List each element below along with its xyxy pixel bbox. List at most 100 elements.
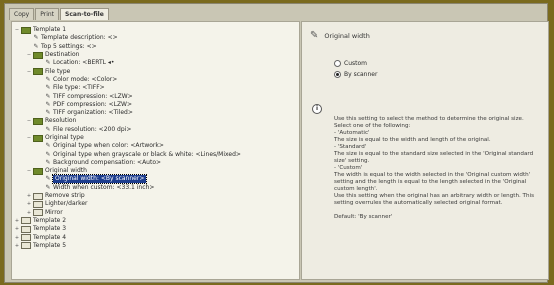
collapse-icon[interactable]: − (26, 118, 32, 124)
pencil-icon: ✎ (45, 158, 51, 166)
tree-setting-item[interactable]: ✎ Top 5 settings: <> (14, 43, 241, 51)
tree-setting-item[interactable]: ✎ Original type when color: <Artwork> (14, 142, 241, 150)
detail-title: Original width (324, 31, 370, 40)
pencil-icon: ✎ (45, 92, 51, 100)
expand-icon[interactable]: + (26, 201, 32, 207)
help-line: Use this setting to select the method to… (334, 116, 524, 122)
expand-icon[interactable]: + (14, 243, 20, 249)
help-line: The width is equal to the width selected… (334, 172, 531, 178)
tab-copy[interactable]: Copy (9, 8, 35, 20)
pencil-icon: ✎ (45, 59, 51, 67)
pencil-icon: ✎ (45, 125, 51, 133)
expand-icon[interactable]: + (26, 193, 32, 199)
tree-item-label: Template 2 (33, 216, 67, 224)
tree-folder-item[interactable]: − Original type (14, 134, 241, 142)
tree-setting-item[interactable]: ✎ TIFF compression: <LZW> (14, 92, 241, 100)
tree-setting-item[interactable]: ✎ Original width: <By scanner> (14, 174, 241, 185)
tree-setting-item[interactable]: ✎ Template description: <> (14, 34, 241, 42)
pencil-icon: ✎ (33, 42, 39, 50)
tree-setting-item[interactable]: ✎ TIFF organization: <Tiled> (14, 109, 241, 117)
tree-folder-item[interactable]: + Template 5 (14, 242, 241, 250)
tree-item-label: File type: <TIFF> (53, 84, 105, 92)
tab-bar: Copy Print Scan-to-file (9, 8, 110, 20)
help-line: custom length'. (334, 186, 378, 192)
tree-folder-item[interactable]: + Mirror (14, 209, 241, 217)
tree-folder-item[interactable]: + Template 4 (14, 233, 241, 242)
folder-icon (33, 51, 43, 59)
expand-icon[interactable]: + (14, 226, 20, 232)
tree-item-label: TIFF organization: <Tiled> (53, 109, 133, 117)
collapse-icon[interactable]: − (26, 168, 32, 174)
help-line: Default: 'By scanner' (334, 214, 393, 220)
tree-setting-item[interactable]: ✎ Width when custom: <33.1 inch> (14, 184, 241, 192)
folder-icon (33, 209, 43, 217)
tree-setting-item[interactable]: ✎ Location: <BERTL ◂• (14, 59, 241, 67)
option-by-scanner[interactable]: By scanner (334, 71, 377, 78)
tree-setting-item[interactable]: ✎ Color mode: <Color> (14, 76, 241, 84)
collapse-icon[interactable]: − (26, 135, 32, 141)
tree-item-label: Background compensation: <Auto> (53, 158, 162, 166)
tree-setting-item[interactable]: ✎ File type: <TIFF> (14, 84, 241, 92)
tab-print[interactable]: Print (35, 8, 60, 20)
pencil-icon: ✎ (45, 84, 51, 92)
expand-icon[interactable]: + (14, 218, 20, 224)
folder-icon (33, 68, 43, 76)
tree-item-label: Template 4 (33, 233, 67, 241)
tree-item-label: Mirror (45, 208, 63, 216)
radio-by-scanner[interactable] (334, 71, 341, 78)
tree-item-label: PDF compression: <LZW> (53, 100, 133, 108)
tree-item-label: Original type (45, 134, 84, 141)
pencil-icon: ✎ (45, 150, 51, 158)
pencil-icon: ✎ (45, 109, 51, 117)
tree-folder-item[interactable]: − Destination (14, 51, 241, 59)
tree-folder-item[interactable]: − Template 1 (14, 26, 241, 34)
tree-folder-item[interactable]: − File type (14, 67, 241, 76)
app-window: Copy Print Scan-to-file − Template 1 ✎ Temp… (4, 3, 549, 283)
collapse-icon[interactable]: − (14, 27, 20, 33)
tree-item-label: File type (45, 67, 71, 75)
folder-icon (21, 217, 31, 225)
expand-icon[interactable]: + (14, 235, 20, 241)
tree-folder-item[interactable]: − Resolution (14, 117, 241, 125)
tree-setting-item[interactable]: ✎ PDF compression: <LZW> (14, 101, 241, 109)
detail-header: ✎ Original width (310, 30, 370, 41)
tree-item-label: Top 5 settings: <> (41, 42, 97, 50)
collapse-icon[interactable]: − (26, 69, 32, 75)
pencil-icon: ✎ (45, 75, 51, 83)
tree-item-label: Color mode: <Color> (53, 75, 118, 83)
tree-setting-item[interactable]: ✎ Background compensation: <Auto> (14, 159, 241, 167)
folder-icon (21, 225, 31, 233)
tree-setting-item[interactable]: ✎ File resolution: <200 dpi> (14, 126, 241, 134)
option-custom[interactable]: Custom (334, 60, 367, 67)
info-icon: i (312, 104, 322, 114)
radio-custom[interactable] (334, 60, 341, 67)
folder-icon (33, 200, 43, 208)
tree-folder-item[interactable]: + Remove strip (14, 192, 241, 200)
tree-folder-item[interactable]: + Template 2 (14, 217, 241, 225)
collapse-icon[interactable]: − (26, 52, 32, 58)
help-text: Use this setting to select the method to… (334, 116, 542, 221)
expand-icon[interactable]: + (26, 210, 32, 216)
help-line: Select one of the following: (334, 123, 411, 129)
tree-setting-item[interactable]: ✎ Original type when grayscale or black &… (14, 150, 240, 158)
tree-folder-item[interactable]: + Lighter/darker (14, 200, 241, 208)
option-by-scanner-label: By scanner (344, 71, 378, 78)
tree-item-label: Resolution (45, 117, 77, 125)
tree-item-label: Original type when color: <Artwork> (53, 142, 164, 150)
folder-icon (33, 167, 43, 175)
pencil-icon: ✎ (310, 30, 319, 41)
tree-folder-item[interactable]: − Original width (14, 167, 241, 175)
help-line: size' setting. (334, 158, 370, 164)
tree-folder-item[interactable]: + Template 3 (14, 225, 241, 233)
option-custom-label: Custom (344, 60, 367, 67)
tree-item-label: Remove strip (45, 192, 85, 200)
tab-scan-to-file[interactable]: Scan-to-file (60, 8, 109, 20)
